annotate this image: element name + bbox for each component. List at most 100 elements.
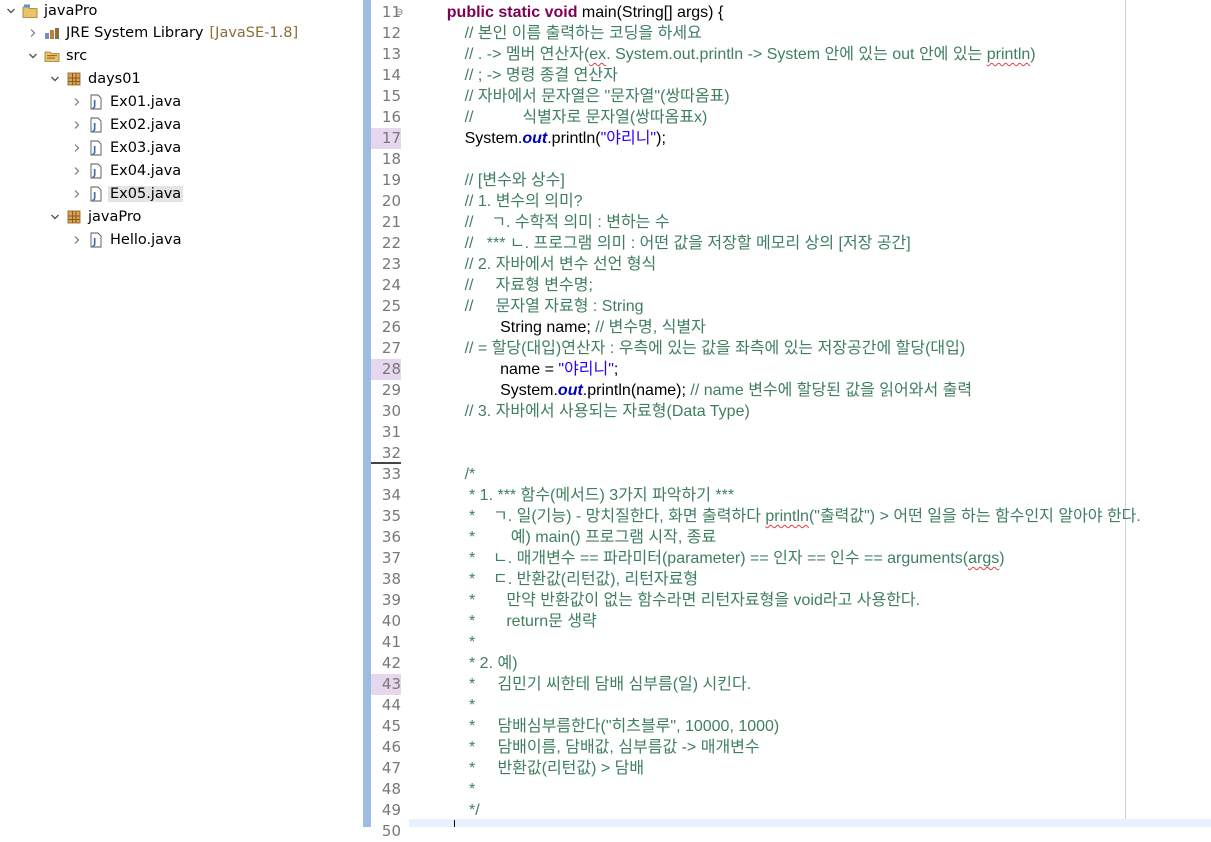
chevron-right-icon[interactable]: [70, 120, 84, 130]
code-text[interactable]: * 반환값(리턴값) > 담배: [429, 758, 644, 779]
code-text[interactable]: // 3. 자바에서 사용되는 자료형(Data Type): [429, 401, 750, 422]
code-line[interactable]: 47 * 반환값(리턴값) > 담배: [357, 758, 1211, 779]
code-line[interactable]: 43 * 김민기 씨한테 담배 심부름(일) 시킨다.: [357, 674, 1211, 695]
tree-item-ex01-java[interactable]: J Ex01.java: [70, 91, 183, 113]
chevron-down-icon[interactable]: [48, 74, 62, 84]
code-line[interactable]: 22 // *** ㄴ. 프로그램 의미 : 어떤 값을 저장할 메모리 상의 …: [357, 233, 1211, 254]
tree-item-javapro[interactable]: javaPro: [4, 0, 99, 22]
code-text[interactable]: name = "야리니";: [429, 359, 618, 380]
tree-item-src[interactable]: src: [26, 45, 89, 67]
tree-item-javapro[interactable]: javaPro: [48, 206, 143, 228]
code-text[interactable]: System.out.println(name); // name 변수에 할당…: [429, 380, 972, 401]
code-text[interactable]: *: [429, 632, 475, 653]
code-text[interactable]: // 1. 변수의 의미?: [429, 191, 583, 212]
code-line[interactable]: 12 // 본인 이름 출력하는 코딩을 하세요: [357, 23, 1211, 44]
code-line[interactable]: 17 System.out.println("야리니");: [357, 128, 1211, 149]
chevron-right-icon[interactable]: [26, 28, 40, 38]
code-line[interactable]: 18: [357, 149, 1211, 170]
code-text[interactable]: * ㄷ. 반환값(리턴값), 리턴자료형: [429, 569, 698, 590]
code-line[interactable]: 35 * ㄱ. 일(기능) - 망치질한다, 화면 출력하다 println("…: [357, 506, 1211, 527]
tree-item-ex05-java[interactable]: J Ex05.java: [70, 183, 184, 205]
code-line[interactable]: 39 * 만약 반환값이 없는 함수라면 리턴자료형을 void라고 사용한다.: [357, 590, 1211, 611]
code-text[interactable]: /*: [429, 464, 476, 485]
code-line[interactable]: 25 // 문자열 자료형 : String: [357, 296, 1211, 317]
code-text[interactable]: * ㄴ. 매개변수 == 파라미터(parameter) == 인자 == 인수…: [429, 548, 1005, 569]
code-line[interactable]: 31: [357, 422, 1211, 443]
code-text[interactable]: * return문 생략: [429, 611, 597, 632]
code-line[interactable]: 29 System.out.println(name); // name 변수에…: [357, 380, 1211, 401]
chevron-right-icon[interactable]: [70, 97, 84, 107]
code-text[interactable]: // ㄱ. 수학적 의미 : 변하는 수: [429, 212, 670, 233]
code-text[interactable]: // = 할당(대입)연산자 : 우측에 있는 값을 좌측에 있는 저장공간에 …: [429, 338, 966, 359]
code-text[interactable]: // *** ㄴ. 프로그램 의미 : 어떤 값을 저장할 메모리 상의 [저장…: [429, 233, 911, 254]
code-line[interactable]: 45 * 담배심부름한다("히츠블루", 10000, 1000): [357, 716, 1211, 737]
chevron-down-icon[interactable]: [48, 212, 62, 222]
code-text[interactable]: * 1. *** 함수(메서드) 3가지 파악하기 ***: [429, 485, 734, 506]
code-text[interactable]: * 담배이름, 담배값, 심부름값 -> 매개변수: [429, 737, 760, 758]
tree-item-ex04-java[interactable]: J Ex04.java: [70, 160, 183, 182]
code-line[interactable]: 30 // 3. 자바에서 사용되는 자료형(Data Type): [357, 401, 1211, 422]
code-line[interactable]: 21 // ㄱ. 수학적 의미 : 변하는 수: [357, 212, 1211, 233]
code-line[interactable]: 42 * 2. 예): [357, 653, 1211, 674]
code-line[interactable]: 37 * ㄴ. 매개변수 == 파라미터(parameter) == 인자 ==…: [357, 548, 1211, 569]
code-text[interactable]: // . -> 멤버 연산자(ex. System.out.println ->…: [429, 44, 1036, 65]
code-line[interactable]: 28 name = "야리니";: [357, 359, 1211, 380]
code-line[interactable]: 50: [357, 821, 1211, 842]
code-line[interactable]: 15 // 자바에서 문자열은 "문자열"(쌍따옴표): [357, 86, 1211, 107]
code-text[interactable]: // 식별자로 문자열(쌍따옴표x): [429, 107, 708, 128]
code-text[interactable]: // [변수와 상수]: [429, 170, 565, 191]
code-line[interactable]: 36 * 예) main() 프로그램 시작, 종료: [357, 527, 1211, 548]
code-text[interactable]: * 2. 예): [429, 653, 518, 674]
code-text[interactable]: // 자바에서 문자열은 "문자열"(쌍따옴표): [429, 86, 730, 107]
tree-item-ex03-java[interactable]: J Ex03.java: [70, 137, 183, 159]
chevron-down-icon[interactable]: [4, 6, 18, 16]
code-line[interactable]: 13 // . -> 멤버 연산자(ex. System.out.println…: [357, 44, 1211, 65]
code-line[interactable]: 11 ⊖ public static void main(String[] arg…: [357, 2, 1211, 23]
code-line[interactable]: 23 // 2. 자바에서 변수 선언 형식: [357, 254, 1211, 275]
code-text[interactable]: * 만약 반환값이 없는 함수라면 리턴자료형을 void라고 사용한다.: [429, 590, 920, 611]
code-line[interactable]: 27 // = 할당(대입)연산자 : 우측에 있는 값을 좌측에 있는 저장공…: [357, 338, 1211, 359]
code-text[interactable]: * 예) main() 프로그램 시작, 종료: [429, 527, 716, 548]
code-text[interactable]: *: [429, 695, 475, 716]
code-text[interactable]: // 2. 자바에서 변수 선언 형식: [429, 254, 657, 275]
code-line[interactable]: 24 // 자료형 변수명;: [357, 275, 1211, 296]
code-text[interactable]: System.out.println("야리니");: [429, 128, 666, 149]
code-line[interactable]: 16 // 식별자로 문자열(쌍따옴표x): [357, 107, 1211, 128]
code-text[interactable]: // ; -> 명령 종결 연산자: [429, 65, 618, 86]
code-line[interactable]: 14 // ; -> 명령 종결 연산자: [357, 65, 1211, 86]
code-line[interactable]: 46 * 담배이름, 담배값, 심부름값 -> 매개변수: [357, 737, 1211, 758]
code-text[interactable]: * ㄱ. 일(기능) - 망치질한다, 화면 출력하다 println("출력값…: [429, 506, 1141, 527]
chevron-right-icon[interactable]: [70, 189, 84, 199]
code-line[interactable]: 38 * ㄷ. 반환값(리턴값), 리턴자료형: [357, 569, 1211, 590]
code-text[interactable]: // 본인 이름 출력하는 코딩을 하세요: [429, 23, 702, 44]
code-text[interactable]: * 담배심부름한다("히츠블루", 10000, 1000): [429, 716, 779, 737]
code-line[interactable]: 32: [357, 443, 1211, 464]
tree-item-jre-system-library[interactable]: JRE System Library [JavaSE-1.8]: [26, 22, 298, 44]
chevron-down-icon[interactable]: [26, 51, 40, 61]
code-line[interactable]: 33 /*: [357, 464, 1211, 485]
tree-item-hello-java[interactable]: J Hello.java: [70, 229, 184, 251]
code-line[interactable]: 34 * 1. *** 함수(메서드) 3가지 파악하기 ***: [357, 485, 1211, 506]
code-text[interactable]: */: [429, 800, 480, 821]
code-text[interactable]: // 문자열 자료형 : String: [429, 296, 644, 317]
chevron-right-icon[interactable]: [70, 143, 84, 153]
code-line[interactable]: 26 String name; // 변수명, 식별자: [357, 317, 1211, 338]
code-line[interactable]: 44 *: [357, 695, 1211, 716]
tree-item-ex02-java[interactable]: J Ex02.java: [70, 114, 183, 136]
code-text[interactable]: *: [429, 779, 475, 800]
code-line[interactable]: 40 * return문 생략: [357, 611, 1211, 632]
code-text[interactable]: public static void main(String[] args) {: [429, 2, 724, 23]
code-line[interactable]: 49 */: [357, 800, 1211, 821]
code-line[interactable]: 48 *: [357, 779, 1211, 800]
chevron-right-icon[interactable]: [70, 235, 84, 245]
code-text[interactable]: // 자료형 변수명;: [429, 275, 593, 296]
fold-toggle-icon[interactable]: ⊖: [395, 2, 407, 23]
code-editor[interactable]: 11 ⊖ public static void main(String[] arg…: [357, 0, 1211, 840]
chevron-right-icon[interactable]: [70, 166, 84, 176]
code-text[interactable]: * 김민기 씨한테 담배 심부름(일) 시킨다.: [429, 674, 751, 695]
code-line[interactable]: 20 // 1. 변수의 의미?: [357, 191, 1211, 212]
code-line[interactable]: 41 *: [357, 632, 1211, 653]
code-line[interactable]: 19 // [변수와 상수]: [357, 170, 1211, 191]
tree-item-days01[interactable]: days01: [48, 68, 143, 90]
code-text[interactable]: String name; // 변수명, 식별자: [429, 317, 706, 338]
